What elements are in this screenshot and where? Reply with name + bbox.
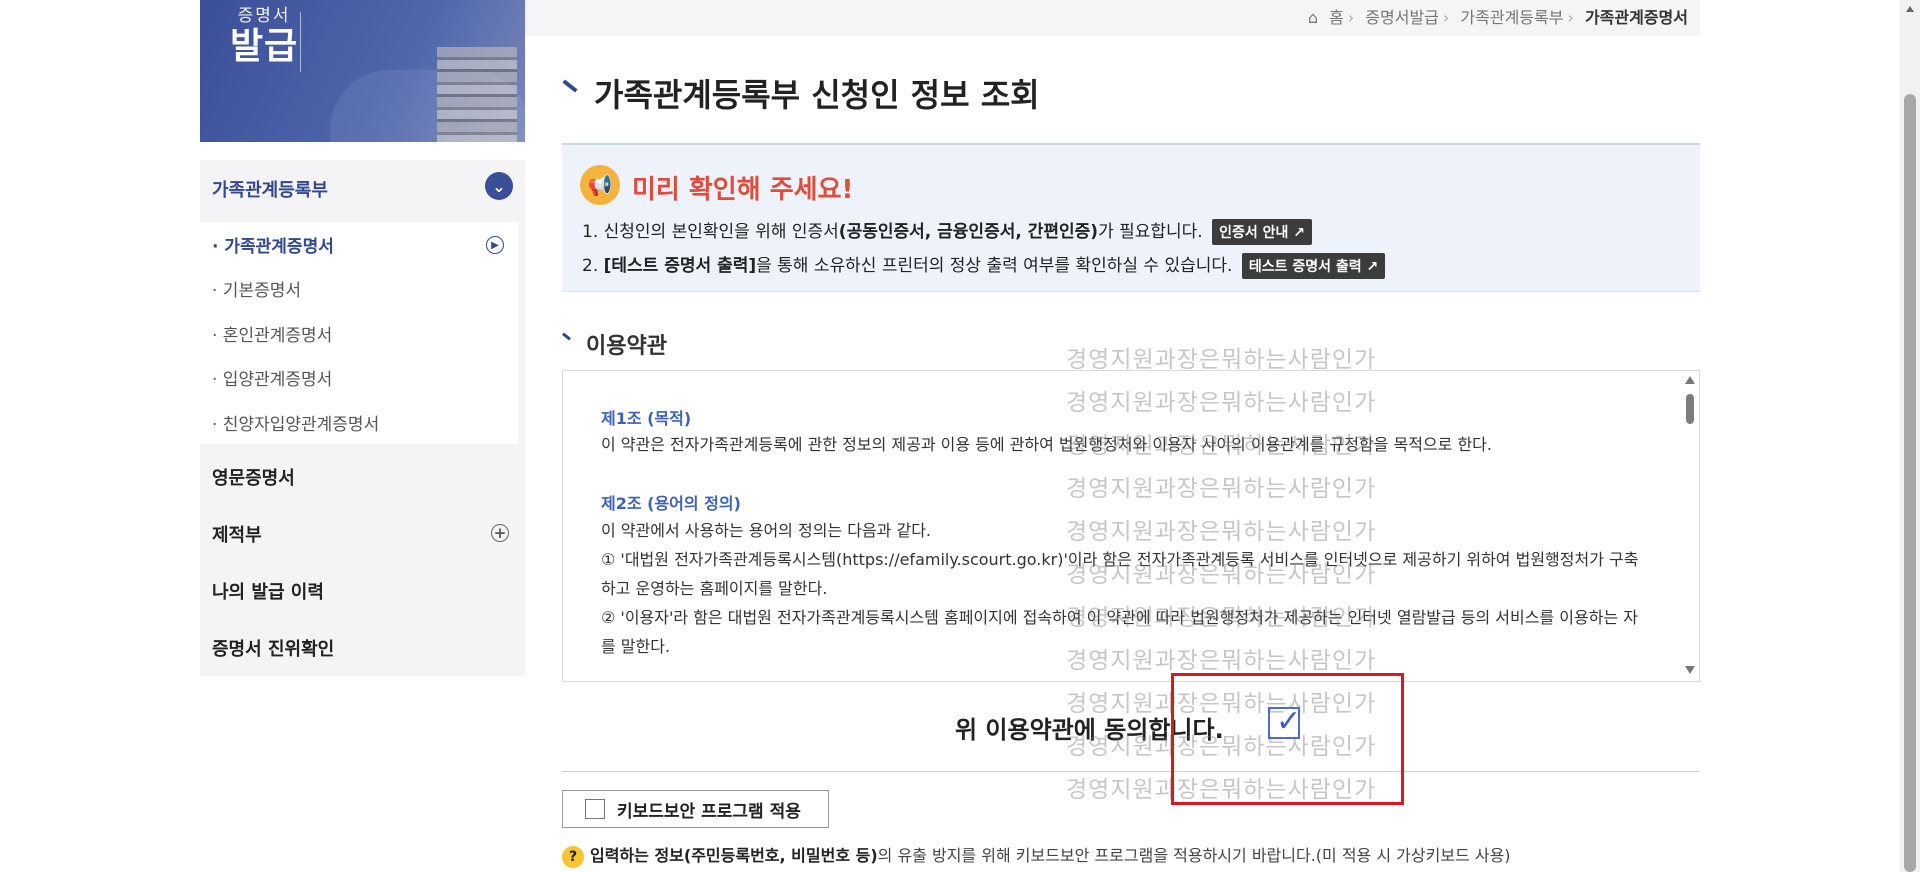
sidebar-item-basic-cert[interactable]: · 기본증명서 [212, 276, 301, 301]
terms-scrollbox[interactable]: 제1조 (목적) 이 약관은 전자가족관계등록에 관한 정보의 제공과 이용 등… [562, 370, 1700, 682]
highlight-box [1171, 673, 1404, 805]
sidebar-section-removed-register[interactable]: 제적부 + [200, 521, 525, 547]
question-icon: ? [562, 845, 584, 868]
scroll-up-icon[interactable] [1906, 6, 1914, 12]
sidebar-section-label: 나의 발급 이력 [212, 582, 324, 603]
keyboard-security-button[interactable]: 키보드보안 프로그램 적용 [562, 790, 829, 828]
scroll-up-icon[interactable] [1685, 376, 1695, 384]
divider [562, 771, 1700, 772]
terms-scrollbar[interactable] [1682, 372, 1698, 680]
notice-box: 📢 미리 확인해 주세요! 1. 신청인의 본인확인을 위해 인증서(공동인증서… [562, 143, 1700, 292]
arrow-right-circle-icon: ▶ [486, 236, 504, 254]
terms-accent-mark [562, 332, 571, 341]
notice-text: 가 필요합니다. [1098, 222, 1203, 242]
notice-line-1: 1. 신청인의 본인확인을 위해 인증서(공동인증서, 금융인증서, 간편인증)… [582, 217, 1313, 245]
chevron-down-icon[interactable]: ⌄ [485, 172, 513, 200]
terms-heading: 이용약관 [586, 334, 667, 359]
banner-logo-line2: 발급 [230, 25, 299, 67]
note-text: 의 유출 방지를 위해 키보드보안 프로그램을 적용하시기 바랍니다.(미 적용… [877, 846, 1511, 865]
scrollbar-thumb[interactable] [1904, 94, 1916, 872]
article-text: ① '대법원 전자가족관계등록시스템(https://efamily.scour… [601, 550, 1639, 598]
notice-text: 을 통해 소유하신 프린터의 정상 출력 여부를 확인하실 수 있습니다. [756, 256, 1233, 276]
certificate-guide-button[interactable]: 인증서 안내 ↗ [1212, 219, 1313, 245]
title-accent-mark [562, 79, 578, 93]
article-text: ② '이용자'라 함은 대법원 전자가족관계등록시스템 홈페이지에 접속하여 이… [601, 608, 1638, 656]
sidebar-section-verify[interactable]: 증명서 진위확인 [200, 635, 525, 661]
sidebar-section-label: 제적부 [212, 525, 262, 546]
breadcrumb: ⌂ 홈 › 증명서발급 › 가족관계등록부 › 가족관계증명서 [1307, 8, 1688, 27]
breadcrumb-item[interactable]: 가족관계등록부 [1460, 8, 1563, 27]
breadcrumb-item[interactable]: 홈 [1329, 8, 1344, 27]
keyboard-security-note: ? 입력하는 정보(주민등록번호, 비밀번호 등)의 유출 방지를 위해 키보드보… [562, 842, 1511, 868]
notice-text: 2. [582, 256, 604, 276]
page-scrollbar[interactable] [1900, 0, 1920, 872]
scrollbar-thumb[interactable] [1686, 394, 1694, 424]
breadcrumb-bar: ⌂ 홈 › 증명서발급 › 가족관계등록부 › 가족관계증명서 [525, 0, 1700, 36]
sidebar-section-label: 가족관계등록부 [212, 180, 328, 201]
sidebar-item-family-cert[interactable]: · 가족관계증명서 [212, 232, 334, 257]
banner-divider [300, 12, 301, 72]
article-title: 제1조 (목적) [601, 409, 692, 428]
article-text: 이 약관에서 사용하는 용어의 정의는 다음과 같다. [601, 521, 932, 540]
scroll-down-icon[interactable] [1685, 666, 1695, 674]
notice-heading: 미리 확인해 주세요! [632, 175, 854, 205]
megaphone-icon: 📢 [580, 165, 620, 205]
sidebar-subitems: · 가족관계증명서 ▶ · 기본증명서 · 혼인관계증명서 · 입양관계증명서 … [200, 222, 518, 444]
page-title: 가족관계등록부 신청인 정보 조회 [594, 76, 1040, 114]
sidebar-section-family-register[interactable]: 가족관계등록부 ⌄ [200, 172, 525, 202]
section-banner: 증명서 발급 [200, 0, 525, 142]
sidebar-item-marriage-cert[interactable]: · 혼인관계증명서 [212, 321, 332, 346]
home-icon[interactable]: ⌂ [1308, 8, 1318, 27]
keyboard-security-checkbox[interactable] [585, 799, 605, 819]
breadcrumb-current: 가족관계증명서 [1584, 8, 1688, 27]
banner-logo: 증명서 발급 [230, 6, 299, 67]
notice-bold-text: (공동인증서, 금융인증서, 간편인증) [838, 222, 1099, 242]
banner-logo-line1: 증명서 [237, 6, 291, 26]
sidebar-section-label: 증명서 진위확인 [212, 639, 335, 660]
sidebar-item-full-adoption-cert[interactable]: · 친양자입양관계증명서 [212, 410, 379, 435]
sidebar-section-label: 영문증명서 [212, 468, 295, 489]
test-print-button[interactable]: 테스트 증명서 출력 ↗ [1241, 253, 1386, 279]
banner-books-image [437, 47, 517, 142]
notice-line-2: 2. [테스트 증명서 출력]을 통해 소유하신 프린터의 정상 출력 여부를 … [582, 251, 1386, 279]
notice-text: 1. 신청인의 본인확인을 위해 인증서 [582, 222, 839, 242]
keyboard-security-label: 키보드보안 프로그램 적용 [617, 801, 801, 822]
breadcrumb-item[interactable]: 증명서발급 [1365, 8, 1439, 27]
sidebar-section-english-cert[interactable]: 영문증명서 [200, 464, 525, 490]
sidebar-item-adoption-cert[interactable]: · 입양관계증명서 [212, 365, 332, 390]
sidebar-section-issue-history[interactable]: 나의 발급 이력 [200, 578, 525, 604]
notice-bold-text: [테스트 증명서 출력] [603, 256, 757, 276]
article-text: 이 약관은 전자가족관계등록에 관한 정보의 제공과 이용 등에 관하여 법원행… [601, 435, 1492, 454]
plus-icon[interactable]: + [491, 524, 509, 542]
article-title: 제2조 (용어의 정의) [601, 494, 741, 513]
note-bold-text: 입력하는 정보(주민등록번호, 비밀번호 등) [590, 846, 878, 865]
